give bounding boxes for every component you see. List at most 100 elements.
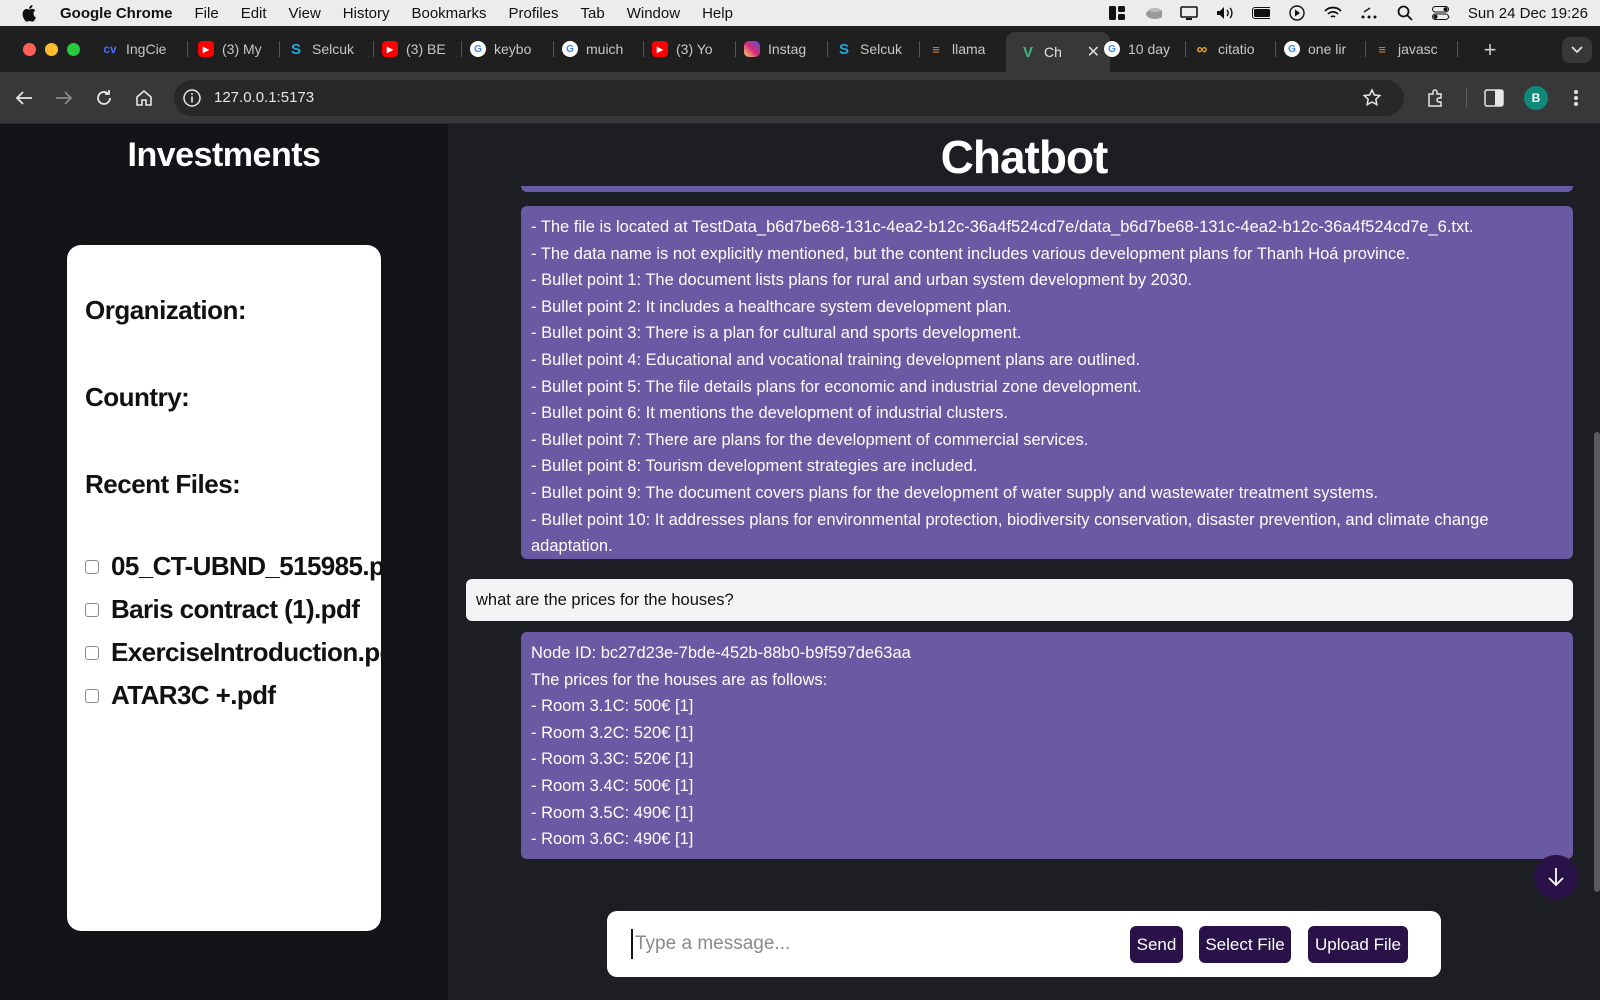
address-bar-url[interactable]: 127.0.0.1:5173 <box>214 89 314 106</box>
recent-file-item[interactable]: ATAR3C +.pdf <box>85 680 276 711</box>
browser-tab[interactable]: cv IngCie <box>102 32 188 66</box>
tab-title: llama <box>952 41 986 57</box>
tab-search-chevron-icon[interactable] <box>1562 37 1592 63</box>
tab-separator <box>1275 41 1276 57</box>
tab-separator <box>553 41 554 57</box>
message-line: The prices for the houses are as follows… <box>531 670 828 689</box>
tab-title: Instag <box>768 41 807 57</box>
menu-edit[interactable]: Edit <box>241 5 267 22</box>
extensions-puzzle-icon[interactable] <box>1424 86 1448 110</box>
browser-tab[interactable]: ≡ javasc <box>1374 32 1458 66</box>
file-name[interactable]: ExerciseIntroduction.pdf <box>111 637 381 668</box>
tab-title: Selcuk <box>312 41 355 57</box>
browser-tab[interactable]: Instag <box>744 32 828 66</box>
menu-history[interactable]: History <box>343 5 390 22</box>
google-icon: G <box>562 41 578 57</box>
chatbot-panel: Chatbot - The file is located at TestDat… <box>448 124 1600 1000</box>
browser-tab[interactable]: Gkeybo <box>470 32 554 66</box>
tab-title: citatio <box>1218 41 1255 57</box>
file-name[interactable]: 05_CT-UBND_515985.pdf <box>111 551 381 582</box>
menu-help[interactable]: Help <box>702 5 733 22</box>
browser-tab[interactable]: Gmuich <box>562 32 644 66</box>
message-line: - Room 3.5C: 490€ [1] <box>531 803 694 822</box>
file-checkbox[interactable] <box>85 602 99 617</box>
home-icon[interactable] <box>132 86 156 110</box>
tab-title: muich <box>586 41 624 57</box>
tab-title: javasc <box>1398 41 1438 57</box>
message-line: - Bullet point 7: There are plans for th… <box>531 430 1089 449</box>
chat-message-bot: Node ID: bc27d23e-7bde-452b-88b0-b9f597d… <box>521 632 1573 859</box>
stackoverflow-icon: ≡ <box>1378 41 1386 57</box>
browser-tab[interactable]: ▶ (3) Yo <box>652 32 736 66</box>
menu-profiles[interactable]: Profiles <box>509 5 559 22</box>
back-arrow-icon[interactable] <box>12 86 36 110</box>
browser-tab[interactable]: Gone lir <box>1284 32 1366 66</box>
instagram-icon <box>744 41 760 57</box>
menu-bookmarks[interactable]: Bookmarks <box>411 5 486 22</box>
apple-logo-icon[interactable] <box>22 4 38 22</box>
play-icon[interactable] <box>1288 5 1306 21</box>
browser-tab-active[interactable]: V Ch ✕ <box>1006 32 1110 72</box>
web-page: Investments Organization: Country: Recen… <box>0 124 1600 1000</box>
spotlight-search-icon[interactable] <box>1396 5 1414 21</box>
more-menu-kebab-icon[interactable] <box>1564 86 1588 110</box>
menu-app-name[interactable]: Google Chrome <box>60 5 173 22</box>
stage-manager-icon[interactable] <box>1360 6 1378 20</box>
tab-separator <box>735 41 736 57</box>
menu-window[interactable]: Window <box>627 5 680 22</box>
menu-view[interactable]: View <box>289 5 321 22</box>
browser-tab[interactable]: S Selcuk <box>836 32 920 66</box>
google-icon: G <box>470 41 486 57</box>
forward-arrow-icon[interactable] <box>52 86 76 110</box>
message-input[interactable] <box>631 929 1121 959</box>
menu-bar-clock[interactable]: Sun 24 Dec 19:26 <box>1468 5 1588 22</box>
display-icon[interactable] <box>1180 6 1198 20</box>
site-info-icon[interactable] <box>182 88 202 108</box>
menu-file[interactable]: File <box>195 5 219 22</box>
infinity-icon: ∞ <box>1196 40 1208 58</box>
select-file-button[interactable]: Select File <box>1199 926 1291 963</box>
address-bar[interactable]: 127.0.0.1:5173 <box>174 80 1404 116</box>
browser-tab[interactable]: ▶ (3) My <box>198 32 280 66</box>
message-line: - Bullet point 4: Educational and vocati… <box>531 350 1141 369</box>
teapot-icon[interactable] <box>1144 6 1162 20</box>
browser-tab[interactable]: G 10 day <box>1104 32 1186 66</box>
chat-scrollbar[interactable] <box>1594 432 1600 892</box>
file-checkbox[interactable] <box>85 559 99 574</box>
file-checkbox[interactable] <box>85 645 99 660</box>
tab-separator <box>187 41 188 57</box>
reload-icon[interactable] <box>92 86 116 110</box>
country-label: Country: <box>85 382 190 412</box>
window-zoom-button[interactable] <box>67 43 80 56</box>
browser-tab[interactable]: ≡ llama <box>928 32 1008 66</box>
tab-close-icon[interactable]: ✕ <box>1087 42 1100 62</box>
recent-file-item[interactable]: 05_CT-UBND_515985.pdf <box>85 551 381 582</box>
send-button[interactable]: Send <box>1130 926 1183 963</box>
window-minimize-button[interactable] <box>45 43 58 56</box>
chat-message-user: what are the prices for the houses? <box>466 579 1573 621</box>
widgets-icon[interactable] <box>1108 6 1126 20</box>
upload-file-button[interactable]: Upload File <box>1308 926 1408 963</box>
side-panel-icon[interactable] <box>1482 86 1506 110</box>
message-line: - Bullet point 8: Tourism development st… <box>531 457 978 476</box>
browser-tab[interactable]: S Selcuk <box>288 32 374 66</box>
google-icon: G <box>1104 41 1120 57</box>
browser-tab[interactable]: ▶ (3) BE <box>382 32 462 66</box>
menu-tab[interactable]: Tab <box>581 5 605 22</box>
youtube-icon: ▶ <box>198 41 214 57</box>
file-checkbox[interactable] <box>85 688 99 703</box>
wifi-icon[interactable] <box>1324 6 1342 20</box>
recent-file-item[interactable]: Baris contract (1).pdf <box>85 594 360 625</box>
file-name[interactable]: ATAR3C +.pdf <box>111 680 276 711</box>
control-center-icon[interactable] <box>1431 6 1450 20</box>
browser-tab[interactable]: ∞ citatio <box>1194 32 1276 66</box>
window-close-button[interactable] <box>23 43 36 56</box>
scroll-to-bottom-button[interactable] <box>1534 855 1578 899</box>
recent-file-item[interactable]: ExerciseIntroduction.pdf <box>85 637 381 668</box>
profile-avatar[interactable]: B <box>1524 86 1548 110</box>
file-name[interactable]: Baris contract (1).pdf <box>111 594 360 625</box>
bookmark-star-icon[interactable] <box>1362 88 1382 108</box>
battery-icon[interactable] <box>1251 6 1270 20</box>
volume-icon[interactable] <box>1216 6 1234 20</box>
new-tab-plus-icon[interactable]: + <box>1478 37 1502 62</box>
